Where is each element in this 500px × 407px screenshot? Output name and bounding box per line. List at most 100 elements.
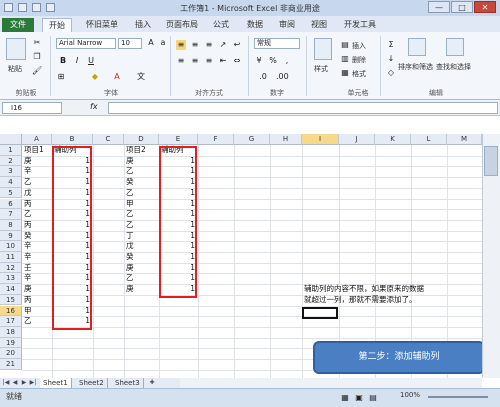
- cell-a1[interactable]: 项目1: [24, 145, 49, 155]
- cell-d14[interactable]: 庚: [126, 284, 156, 294]
- column-header-k[interactable]: K: [375, 134, 411, 145]
- paste-icon[interactable]: [6, 38, 26, 60]
- zoom-slider[interactable]: [428, 396, 488, 398]
- column-header-b[interactable]: B: [52, 134, 93, 145]
- row-header-20[interactable]: 20: [0, 348, 22, 359]
- sheet-tab-2[interactable]: Sheet2: [76, 378, 108, 388]
- insert-button[interactable]: 插入: [352, 41, 366, 51]
- column-header-j[interactable]: J: [339, 134, 375, 145]
- currency-icon[interactable]: ¥: [254, 56, 264, 66]
- fx-icon[interactable]: fx: [90, 102, 98, 111]
- tab-developer[interactable]: 开发工具: [338, 18, 382, 32]
- row-header-17[interactable]: 17: [0, 316, 22, 327]
- autosum-icon[interactable]: Σ: [386, 40, 396, 50]
- row-header-7[interactable]: 7: [0, 209, 22, 220]
- cell-a13[interactable]: 辛: [24, 273, 49, 283]
- cell-d12[interactable]: 庚: [126, 263, 156, 273]
- sheet-tab-3[interactable]: Sheet3: [112, 378, 144, 388]
- row-header-12[interactable]: 12: [0, 262, 22, 274]
- cell-a7[interactable]: 乙: [24, 209, 49, 219]
- undo-icon[interactable]: [32, 3, 41, 12]
- tab-insert[interactable]: 插入: [130, 18, 156, 32]
- orientation-icon[interactable]: ↗: [218, 40, 228, 50]
- column-header-a[interactable]: A: [22, 134, 52, 145]
- cell-d11[interactable]: 癸: [126, 252, 156, 262]
- merge-center-icon[interactable]: ⇔: [232, 56, 242, 66]
- cell-a10[interactable]: 辛: [24, 241, 49, 251]
- sort-filter-icon[interactable]: [408, 38, 426, 56]
- cell-a11[interactable]: 辛: [24, 252, 49, 262]
- cell-a4[interactable]: 乙: [24, 177, 49, 187]
- page-break-view-icon[interactable]: ▤: [368, 393, 378, 403]
- align-top-icon[interactable]: ≡: [176, 40, 186, 50]
- font-color-icon[interactable]: A: [112, 72, 122, 82]
- column-header-d[interactable]: D: [124, 134, 159, 145]
- horizontal-scrollbar[interactable]: [180, 378, 482, 388]
- sheet-tab-1[interactable]: Sheet1: [40, 378, 72, 388]
- format-cells-icon[interactable]: ▦: [340, 68, 350, 78]
- increase-decimal-icon[interactable]: .0: [258, 72, 268, 82]
- align-bottom-icon[interactable]: ≡: [204, 40, 214, 50]
- prev-sheet-icon[interactable]: ◀: [11, 378, 19, 388]
- row-header-4[interactable]: 4: [0, 177, 22, 188]
- decrease-decimal-icon[interactable]: .00: [276, 72, 289, 82]
- cell-d8[interactable]: 乙: [126, 220, 156, 230]
- delete-cells-icon[interactable]: ▥: [340, 54, 350, 64]
- paste-button[interactable]: 粘贴: [8, 64, 22, 74]
- align-right-icon[interactable]: ≡: [204, 56, 214, 66]
- normal-view-icon[interactable]: ▦: [340, 393, 350, 403]
- find-select-icon[interactable]: [446, 38, 464, 56]
- cell-a6[interactable]: 丙: [24, 199, 49, 209]
- tab-home[interactable]: 开始: [42, 18, 72, 32]
- grow-font-icon[interactable]: A: [146, 38, 156, 48]
- align-middle-icon[interactable]: ≡: [190, 40, 200, 50]
- underline-icon[interactable]: U: [86, 56, 96, 66]
- format-button[interactable]: 格式: [352, 69, 366, 79]
- cell-d1[interactable]: 项目2: [126, 145, 156, 155]
- row-header-5[interactable]: 5: [0, 187, 22, 199]
- cell-a15[interactable]: 丙: [24, 295, 49, 305]
- maximize-button[interactable]: □: [451, 1, 473, 13]
- row-header-19[interactable]: 19: [0, 337, 22, 349]
- tab-data[interactable]: 数据: [242, 18, 268, 32]
- next-sheet-icon[interactable]: ▶: [20, 378, 28, 388]
- styles-button[interactable]: 样式: [314, 64, 328, 74]
- clear-icon[interactable]: ◇: [386, 68, 396, 78]
- sort-filter-button[interactable]: 排序和筛选: [398, 62, 433, 72]
- cell-a9[interactable]: 癸: [24, 231, 49, 241]
- row-header-18[interactable]: 18: [0, 326, 22, 338]
- font-size-select[interactable]: 10: [118, 38, 142, 49]
- column-header-i[interactable]: I: [302, 134, 339, 145]
- row-header-11[interactable]: 11: [0, 252, 22, 263]
- cell-d3[interactable]: 乙: [126, 166, 156, 176]
- zoom-level[interactable]: 100%: [400, 391, 420, 399]
- insert-cells-icon[interactable]: ▤: [340, 40, 350, 50]
- tab-huaiyou[interactable]: 怀旧菜单: [76, 18, 128, 32]
- cell-d2[interactable]: 庚: [126, 156, 156, 166]
- cell-d5[interactable]: 乙: [126, 188, 156, 198]
- italic-icon[interactable]: I: [72, 56, 82, 66]
- vertical-scroll-thumb[interactable]: [484, 146, 498, 176]
- borders-icon[interactable]: ⊞: [56, 72, 66, 82]
- cell-d10[interactable]: 戊: [126, 241, 156, 251]
- decrease-indent-icon[interactable]: ⇤: [218, 56, 228, 66]
- row-header-9[interactable]: 9: [0, 230, 22, 242]
- column-header-h[interactable]: H: [270, 134, 302, 145]
- cell-a5[interactable]: 戊: [24, 188, 49, 198]
- cell-a17[interactable]: 乙: [24, 316, 49, 326]
- shrink-font-icon[interactable]: a: [158, 38, 168, 48]
- last-sheet-icon[interactable]: ▶|: [29, 378, 37, 388]
- cut-icon[interactable]: ✂: [32, 38, 42, 48]
- close-button[interactable]: ✕: [474, 1, 496, 13]
- cell-a3[interactable]: 辛: [24, 166, 49, 176]
- redo-icon[interactable]: [46, 3, 55, 12]
- format-painter-icon[interactable]: 🖌: [32, 66, 42, 76]
- tab-file[interactable]: 文件: [2, 18, 34, 32]
- cell-a8[interactable]: 丙: [24, 220, 49, 230]
- cell-a14[interactable]: 庚: [24, 284, 49, 294]
- tab-review[interactable]: 审阅: [274, 18, 300, 32]
- delete-button[interactable]: 删除: [352, 55, 366, 65]
- row-header-21[interactable]: 21: [0, 359, 22, 370]
- column-header-l[interactable]: L: [411, 134, 447, 145]
- tab-formulas[interactable]: 公式: [208, 18, 234, 32]
